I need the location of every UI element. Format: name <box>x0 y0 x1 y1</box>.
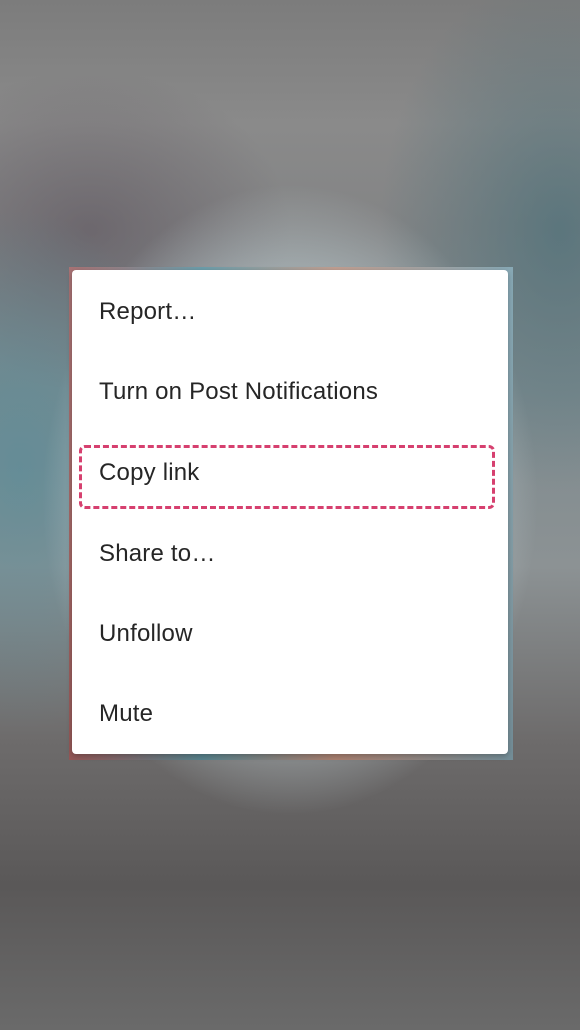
menu-item-label: Turn on Post Notifications <box>99 378 379 405</box>
menu-item-turn-on-post-notifications[interactable]: Turn on Post Notifications <box>72 352 508 432</box>
menu-item-label: Unfollow <box>99 620 193 647</box>
menu-item-unfollow[interactable]: Unfollow <box>72 594 508 674</box>
menu-item-copy-link[interactable]: Copy link <box>72 433 508 513</box>
post-options-dialog: Report… Turn on Post Notifications Copy … <box>72 270 508 754</box>
menu-item-report[interactable]: Report… <box>72 272 508 352</box>
menu-item-mute[interactable]: Mute <box>72 674 508 754</box>
menu-item-label: Report… <box>99 298 197 325</box>
menu-item-label: Share to… <box>99 540 216 567</box>
menu-item-label: Copy link <box>99 459 200 486</box>
menu-item-label: Mute <box>99 700 154 727</box>
menu-item-share-to[interactable]: Share to… <box>72 514 508 594</box>
